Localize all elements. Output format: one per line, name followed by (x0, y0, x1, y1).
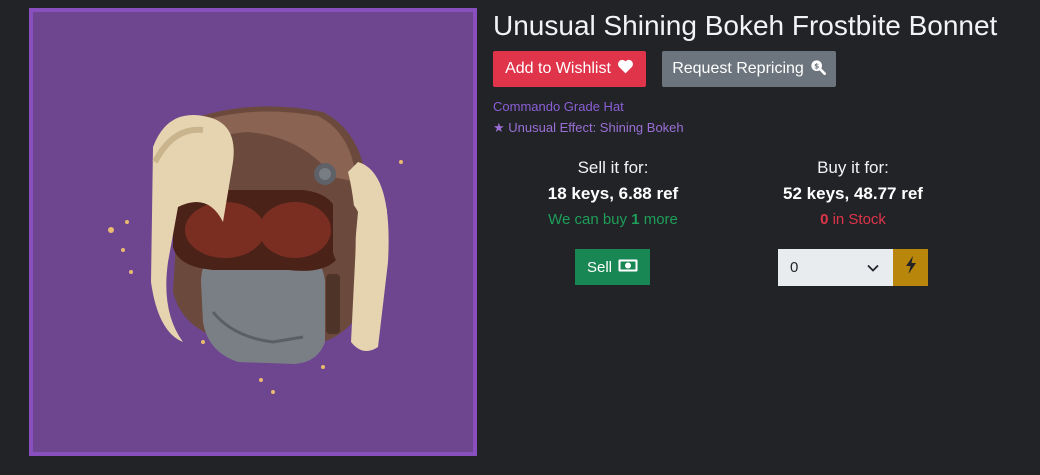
search-dollar-icon: $ (810, 59, 826, 80)
money-bill-icon (618, 259, 638, 276)
item-image (29, 8, 477, 456)
bolt-icon (905, 256, 917, 279)
page-title: Unusual Shining Bokeh Frostbite Bonnet (493, 10, 998, 41)
sell-button-label: Sell (586, 258, 612, 276)
sell-price: 18 keys, 6.88 ref (547, 184, 679, 203)
buy-capacity-suffix: more (639, 211, 678, 228)
buy-price: 52 keys, 48.77 ref (783, 184, 923, 203)
stock-note: 0 in Stock (753, 211, 953, 228)
buy-capacity-prefix: We can buy (548, 211, 632, 228)
buy-label: Buy it for: (817, 158, 889, 177)
buy-panel: Buy it for: 52 keys, 48.77 ref 0 in Stoc… (753, 158, 953, 238)
quantity-select[interactable]: 0 (778, 249, 893, 286)
heart-icon (617, 59, 634, 79)
wishlist-button-label: Add to Wishlist (505, 60, 611, 77)
item-grade: Commando Grade Hat (493, 99, 624, 114)
sell-panel: Sell it for: 18 keys, 6.88 ref We can bu… (513, 158, 713, 238)
stock-suffix: in Stock (828, 211, 886, 228)
quantity-value: 0 (790, 259, 799, 276)
sell-label: Sell it for: (577, 158, 649, 177)
buy-capacity-note: We can buy 1 more (513, 211, 713, 228)
quick-buy-button[interactable] (893, 249, 928, 286)
chevron-down-icon (867, 259, 879, 276)
frostbite-bonnet-hat-image (108, 106, 403, 394)
sell-button[interactable]: Sell (575, 249, 650, 285)
request-repricing-button[interactable]: Request Repricing $ (662, 51, 836, 87)
add-to-wishlist-button[interactable]: Add to Wishlist (493, 51, 646, 87)
unusual-effect: ★ Unusual Effect: Shining Bokeh (493, 120, 684, 135)
svg-text:$: $ (814, 61, 819, 70)
reprice-button-label: Request Repricing (672, 60, 804, 77)
buy-capacity-count: 1 (631, 211, 640, 228)
